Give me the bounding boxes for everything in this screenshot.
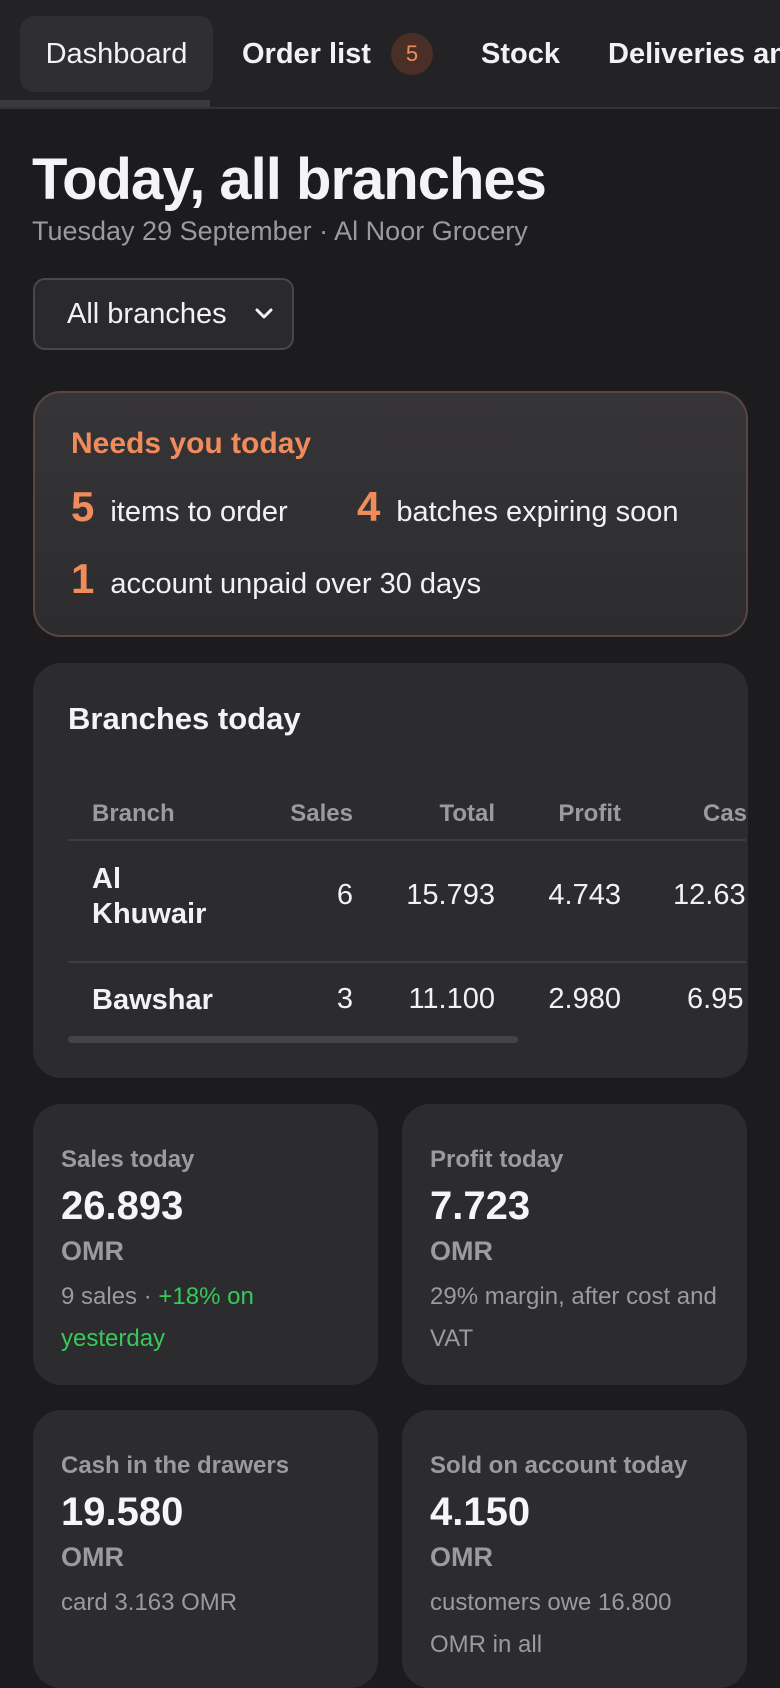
tab-order-list[interactable]: Order list 5 bbox=[242, 16, 433, 92]
branch-profit: 2.980 bbox=[548, 983, 621, 1015]
need-text: batches expiring soon bbox=[396, 496, 679, 528]
branches-today-title: Branches today bbox=[68, 701, 301, 736]
stat-card-cash[interactable]: Cash in the drawers 19.580 OMR card 3.16… bbox=[33, 1410, 378, 1688]
tab-dashboard-label: Dashboard bbox=[45, 37, 188, 70]
tab-dashboard[interactable]: Dashboard bbox=[20, 16, 213, 92]
need-unpaid-accounts[interactable]: 1 account unpaid over 30 days bbox=[71, 555, 481, 603]
stat-value: 4.150 bbox=[430, 1490, 531, 1534]
need-text: items to order bbox=[110, 496, 288, 528]
branches-table-body: Al Khuwair 6 15.793 4.743 12.63 Bawshar … bbox=[68, 773, 746, 1043]
page-title: Today, all branches bbox=[32, 147, 547, 212]
stat-label: Sales today bbox=[61, 1146, 195, 1173]
stat-note: 29% margin, after cost and VAT bbox=[430, 1283, 717, 1352]
stat-label: Sold on account today bbox=[430, 1452, 688, 1479]
stat-card-sales[interactable]: Sales today 26.893 OMR 9 sales · +18% on… bbox=[33, 1104, 378, 1385]
chevron-down-icon bbox=[255, 308, 273, 319]
stat-value: 19.580 bbox=[61, 1490, 184, 1534]
stat-unit: OMR bbox=[61, 1542, 124, 1572]
stat-note: customers owe 16.800 OMR in all bbox=[430, 1589, 672, 1658]
order-count-badge: 5 bbox=[390, 33, 433, 75]
stat-note: 9 sales · +18% on yesterday bbox=[61, 1276, 361, 1360]
stat-card-profit[interactable]: Profit today 7.723 OMR 29% margin, after… bbox=[402, 1104, 747, 1385]
table-horizontal-scrollbar[interactable] bbox=[68, 1036, 518, 1043]
stat-unit: OMR bbox=[430, 1236, 493, 1266]
branch-sales: 6 bbox=[336, 879, 353, 911]
stat-note: card 3.163 OMR bbox=[61, 1589, 238, 1616]
needs-today-title: Needs you today bbox=[71, 427, 312, 460]
stat-value: 7.723 bbox=[430, 1184, 531, 1228]
stat-note-prefix: 9 sales · bbox=[61, 1283, 159, 1310]
top-tab-bar: Dashboard Order list 5 Stock Deliveries … bbox=[0, 0, 780, 109]
stat-card-account[interactable]: Sold on account today 4.150 OMR customer… bbox=[402, 1410, 747, 1688]
branch-profit: 4.743 bbox=[548, 879, 621, 911]
need-count: 1 bbox=[71, 555, 95, 602]
branch-cash: 12.63 bbox=[673, 879, 746, 911]
stat-unit: OMR bbox=[61, 1236, 124, 1266]
branch-cash: 6.95 bbox=[687, 983, 744, 1015]
need-items-to-order[interactable]: 5 items to order bbox=[71, 483, 288, 531]
branch-name-line2: Khuwair bbox=[92, 898, 207, 930]
branch-total: 15.793 bbox=[406, 879, 495, 911]
branch-name-line1: Bawshar bbox=[92, 984, 213, 1016]
stat-label: Cash in the drawers bbox=[61, 1452, 290, 1479]
active-tab-indicator bbox=[0, 100, 210, 107]
branch-total: 11.100 bbox=[408, 983, 495, 1015]
tab-deliveries-label: Deliveries an bbox=[608, 37, 780, 70]
needs-today-card: Needs you today 5 items to order 4 batch… bbox=[33, 391, 748, 637]
branch-select-value: All branches bbox=[67, 297, 227, 330]
branch-select[interactable]: All branches bbox=[33, 278, 294, 350]
stat-value: 26.893 bbox=[61, 1184, 184, 1228]
stat-unit: OMR bbox=[430, 1542, 493, 1572]
need-batches-expiring[interactable]: 4 batches expiring soon bbox=[357, 483, 679, 531]
stat-label: Profit today bbox=[430, 1146, 564, 1173]
branch-name-line1: Al bbox=[92, 863, 121, 895]
need-count: 5 bbox=[71, 483, 95, 530]
need-text: account unpaid over 30 days bbox=[110, 568, 482, 600]
tab-stock-label: Stock bbox=[481, 37, 560, 70]
table-divider bbox=[68, 961, 746, 963]
tab-order-list-label: Order list bbox=[242, 37, 371, 70]
tab-stock[interactable]: Stock bbox=[481, 16, 560, 92]
table-divider bbox=[68, 839, 746, 841]
need-count: 4 bbox=[357, 483, 381, 530]
tab-deliveries[interactable]: Deliveries an bbox=[608, 16, 780, 92]
page-subtitle: Tuesday 29 September · Al Noor Grocery bbox=[32, 216, 528, 246]
branch-sales: 3 bbox=[336, 983, 353, 1015]
